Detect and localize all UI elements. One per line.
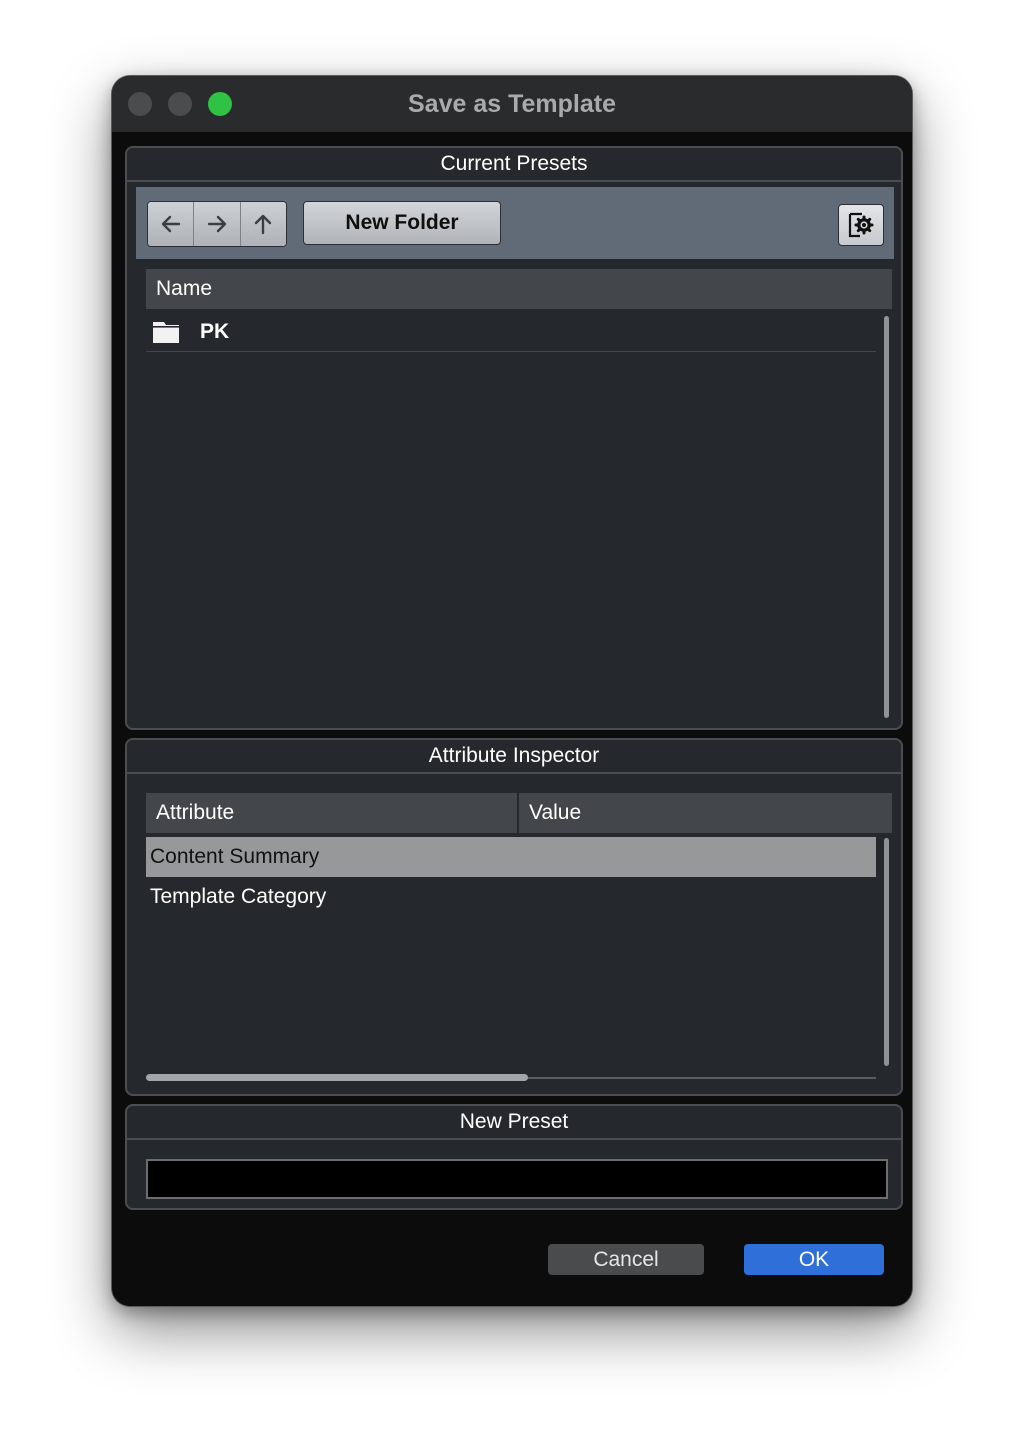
table-row[interactable]: Content Summary [146,837,876,877]
new-preset-panel: New Preset [125,1104,903,1210]
attribute-inspector-title: Attribute Inspector [127,740,901,774]
navigation-buttons [147,201,287,247]
preset-name: PK [200,320,230,343]
new-folder-button[interactable]: New Folder [303,201,501,245]
value-column-header[interactable]: Value [519,793,892,833]
new-preset-title: New Preset [127,1106,901,1140]
current-presets-panel: Current Presets New Folder Name PK [125,146,903,730]
inspector-vertical-scrollbar[interactable] [884,838,889,1066]
attribute-table-header: Attribute Value [146,793,892,833]
folder-icon [153,322,179,343]
inspector-horizontal-scrollbar[interactable] [146,1074,528,1081]
cancel-button[interactable]: Cancel [548,1244,704,1275]
window-title: Save as Template [408,90,616,118]
attribute-name: Template Category [150,885,327,908]
ok-button[interactable]: OK [744,1244,884,1275]
attribute-column-header[interactable]: Attribute [146,793,519,833]
attribute-inspector-panel: Attribute Inspector Attribute Value Cont… [125,738,903,1096]
back-button[interactable] [148,202,195,246]
presets-scrollbar[interactable] [884,316,889,718]
presets-toolbar: New Folder [136,187,894,259]
arrow-left-icon [161,215,180,233]
save-as-template-dialog: Save as Template Current Presets New Fol… [112,76,912,1306]
list-item[interactable]: PK [146,312,876,352]
arrow-right-icon [207,215,227,233]
title-bar: Save as Template [112,76,912,132]
preset-settings-button[interactable] [838,204,884,246]
folder-settings-icon [848,212,874,238]
current-presets-title: Current Presets [127,148,901,182]
preset-name-input[interactable] [146,1159,888,1199]
table-row[interactable]: Template Category [146,877,876,917]
arrow-up-icon [255,214,272,235]
forward-button[interactable] [194,202,241,246]
name-column-header[interactable]: Name [146,269,892,309]
attribute-name: Content Summary [150,845,320,868]
up-button[interactable] [240,202,286,246]
